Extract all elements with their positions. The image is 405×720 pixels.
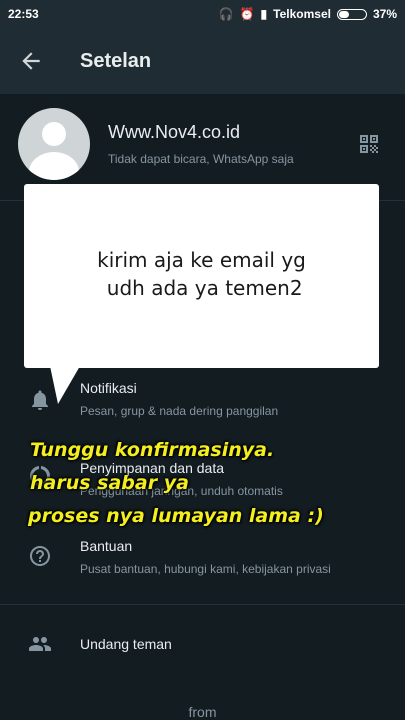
profile-name: Www.Nov4.co.id: [108, 122, 241, 142]
bubble-line-1: kirim aja ke email yg: [97, 248, 306, 272]
bubble-line-2: udh ada ya temen2: [100, 276, 303, 300]
settings-item-title: Undang teman: [80, 636, 172, 652]
settings-item-title: Notifikasi: [80, 380, 137, 396]
page-title: Setelan: [80, 49, 152, 72]
help-icon: [30, 546, 50, 566]
settings-item-subtitle: Pusat bantuan, hubungi kami, kebijakan p…: [80, 562, 331, 576]
divider: [0, 604, 405, 605]
status-time: 22:53: [8, 7, 39, 21]
settings-item-subtitle: Pesan, grup & nada dering panggilan: [80, 404, 279, 418]
settings-item-title: Bantuan: [80, 538, 133, 554]
status-bar: 22:53 🎧 ⏰ ▮ Telkomsel 37%: [0, 0, 405, 28]
footer-from: from: [188, 704, 217, 720]
bell-icon: [32, 390, 48, 410]
settings-item-invite[interactable]: Undang teman: [0, 620, 405, 670]
headphones-icon: 🎧: [218, 7, 234, 21]
overlay-caption: Tunggu konfirmasinya. harus sabar ya pro…: [28, 434, 390, 533]
carrier-name: Telkomsel: [273, 7, 331, 21]
caption-line-1: Tunggu konfirmasinya.: [30, 439, 275, 461]
alarm-off-icon: ⏰: [239, 7, 255, 21]
people-icon: [29, 637, 51, 651]
avatar-head: [42, 122, 66, 146]
speech-bubble-text: kirim aja ke email yg udh ada ya temen2: [24, 246, 379, 302]
battery-icon: [336, 8, 367, 20]
app-bar: Setelan: [0, 28, 405, 94]
battery-fill: [338, 10, 350, 18]
status-right: 🎧 ⏰ ▮ Telkomsel 37%: [219, 7, 397, 21]
profile-status: Tidak dapat bicara, WhatsApp saja: [108, 152, 294, 166]
speech-bubble: kirim aja ke email yg udh ada ya temen2: [24, 184, 379, 368]
avatar[interactable]: [18, 108, 90, 180]
profile-row[interactable]: Www.Nov4.co.id Tidak dapat bicara, Whats…: [0, 96, 405, 196]
qr-code-icon[interactable]: [357, 132, 381, 156]
caption-line-3: proses nya lumayan lama :): [28, 505, 324, 527]
arrow-left-icon[interactable]: [18, 48, 44, 74]
speech-bubble-tail: [50, 366, 80, 404]
battery-percent: 37%: [372, 7, 397, 21]
avatar-body: [29, 152, 79, 180]
signal-icon: ▮: [260, 7, 268, 21]
caption-line-2: harus sabar ya: [30, 472, 189, 494]
settings-item-help[interactable]: Bantuan Pusat bantuan, hubungi kami, keb…: [0, 536, 405, 586]
